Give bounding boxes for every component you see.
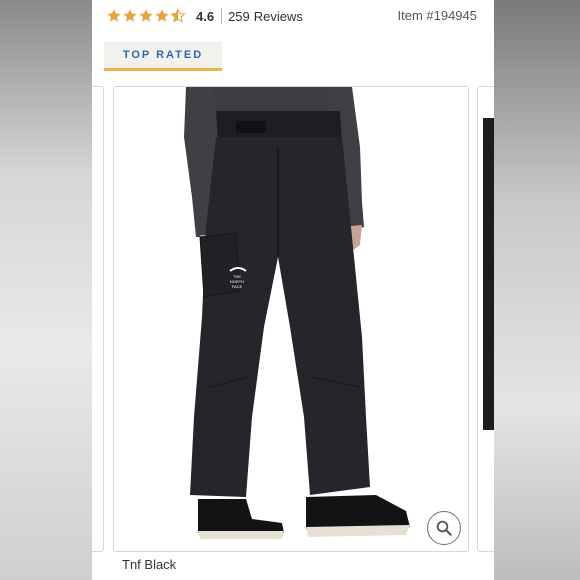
- review-count: 259: [228, 8, 250, 24]
- star-rating: [106, 8, 186, 24]
- product-page: 4.6 259 Reviews Item #194945 TOP RATED T…: [92, 0, 494, 580]
- background-right: [494, 0, 580, 580]
- right-boot: [306, 495, 410, 529]
- next-card-image: [483, 118, 494, 430]
- magnifier-icon: [436, 520, 452, 536]
- left-boot: [198, 499, 284, 533]
- pants: [190, 137, 370, 497]
- product-image-card[interactable]: THE NORTH FACE: [113, 86, 469, 552]
- zoom-button[interactable]: [427, 511, 461, 545]
- star-icon: [107, 9, 121, 22]
- waistband: [216, 111, 342, 139]
- reviews-link[interactable]: 259 Reviews: [228, 9, 307, 24]
- star-icon: [139, 9, 153, 22]
- left-sole: [198, 531, 284, 539]
- star-icon: [123, 9, 137, 22]
- rating-row[interactable]: 4.6 259 Reviews: [106, 6, 307, 26]
- belt-loop: [236, 121, 266, 133]
- carousel-prev-card[interactable]: [92, 86, 104, 552]
- top-rated-badge: TOP RATED: [104, 42, 222, 71]
- background-left: [0, 0, 92, 580]
- rating-value: 4.6: [196, 8, 215, 24]
- selected-color-name: Tnf Black: [122, 557, 177, 572]
- star-half-icon: [170, 8, 186, 23]
- logo-line-3: FACE: [232, 284, 243, 289]
- divider: [221, 8, 223, 24]
- right-sole: [306, 525, 410, 537]
- item-number: Item #194945: [397, 8, 477, 23]
- star-icon: [155, 9, 169, 22]
- product-image: THE NORTH FACE: [184, 87, 410, 539]
- review-label: Reviews: [253, 8, 303, 24]
